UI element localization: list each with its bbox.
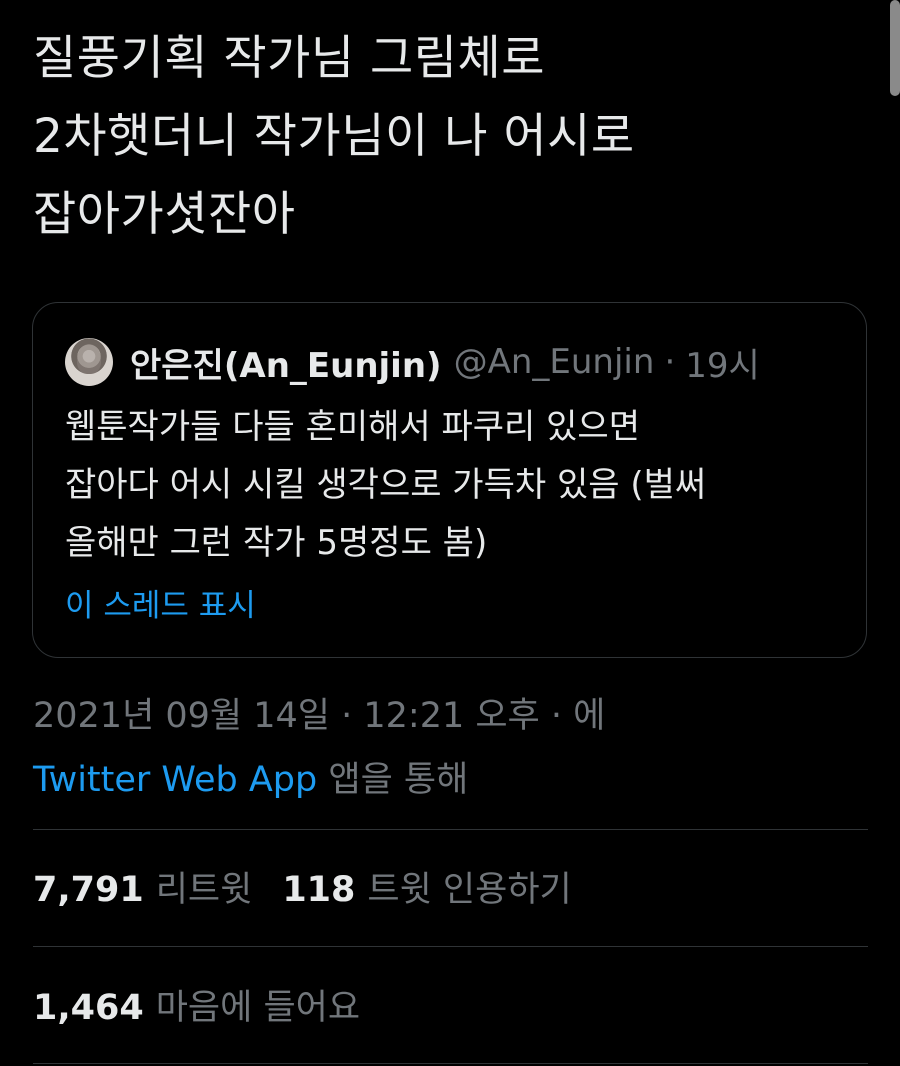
avatar[interactable]	[65, 338, 113, 386]
quoted-author-handle[interactable]: @An_Eunjin	[454, 342, 655, 382]
tweet-text-line: 2차햇더니 작가님이 나 어시로	[33, 109, 635, 164]
tweet-source: Twitter Web App 앱을 통해	[33, 748, 863, 812]
quoted-tweet-time[interactable]: 19시	[685, 338, 760, 387]
quote-tweets-label: 트윗 인용하기	[367, 869, 572, 910]
tweet-meta: 2021년 09월 14일 · 12:21 오후 · 에 Twitter Web…	[33, 684, 863, 812]
tweet-text-line: 잡아가셧잔아	[33, 187, 296, 242]
retweets-stat[interactable]: 7,791 리트윗	[33, 861, 252, 912]
divider	[33, 1063, 868, 1064]
show-thread-link[interactable]: 이 스레드 표시	[65, 580, 256, 625]
quoted-author-name[interactable]: 안은진(An_Eunjin)	[130, 338, 442, 387]
divider	[33, 946, 868, 947]
retweet-stats-row: 7,791 리트윗 118 트윗 인용하기	[33, 856, 572, 916]
quote-tweets-count: 118	[282, 869, 356, 910]
quoted-tweet-line: 웹툰작가들 다들 혼미해서 파쿠리 있으면	[65, 407, 640, 447]
tweet-text-line: 질풍기획 작가님 그림체로	[33, 31, 546, 86]
likes-stats-row: 1,464 마음에 들어요	[33, 974, 360, 1034]
scrollbar[interactable]	[890, 0, 900, 96]
likes-label: 마음에 들어요	[155, 987, 361, 1028]
quoted-tweet-header: 안은진(An_Eunjin) @An_Eunjin · 19시	[65, 337, 760, 387]
quoted-tweet-card[interactable]: 안은진(An_Eunjin) @An_Eunjin · 19시 웹툰작가들 다들…	[32, 302, 867, 658]
likes-count: 1,464	[33, 987, 144, 1028]
retweets-label: 리트윗	[155, 869, 253, 910]
likes-stat[interactable]: 1,464 마음에 들어요	[33, 979, 360, 1030]
quoted-tweet-line: 잡아다 어시 시킬 생각으로 가득차 있음 (벌써	[65, 465, 707, 505]
source-app-link[interactable]: Twitter Web App	[33, 760, 317, 800]
divider	[33, 829, 868, 830]
retweets-count: 7,791	[33, 869, 144, 910]
quoted-tweet-line: 올해만 그런 작가 5명정도 봄)	[65, 523, 488, 563]
quote-tweets-stat[interactable]: 118 트윗 인용하기	[282, 861, 571, 912]
quoted-tweet-body: 웹툰작가들 다들 혼미해서 파쿠리 있으면 잡아다 어시 시킬 생각으로 가득차…	[65, 398, 855, 572]
source-suffix: 앱을 통해	[317, 760, 469, 800]
separator-dot: ·	[664, 342, 676, 382]
tweet-timestamp[interactable]: 2021년 09월 14일 · 12:21 오후 · 에	[33, 684, 863, 748]
tweet-text: 질풍기획 작가님 그림체로 2차햇더니 작가님이 나 어시로 잡아가셧잔아	[33, 20, 853, 254]
